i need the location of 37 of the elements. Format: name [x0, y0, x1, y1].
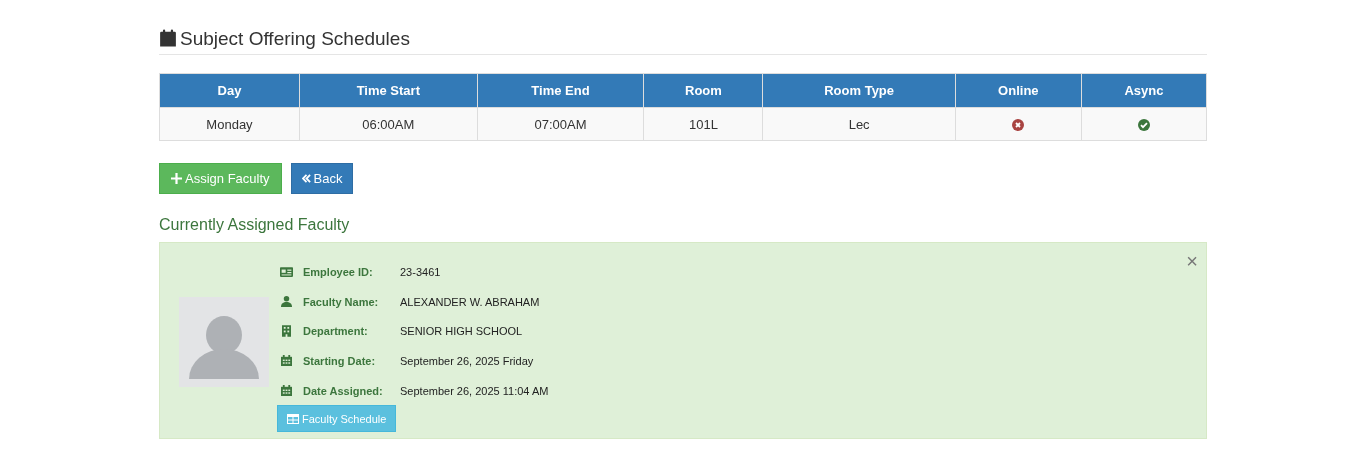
- field-value: SENIOR HIGH SCHOOL: [400, 325, 523, 338]
- field-value: September 26, 2025 11:04 AM: [400, 384, 549, 397]
- user-icon: [280, 296, 292, 308]
- calendar-icon: [280, 385, 292, 397]
- close-button[interactable]: ×: [1186, 251, 1198, 271]
- table-cell: Lec: [763, 107, 956, 141]
- field-value: ALEXANDER W. ABRAHAM: [400, 295, 540, 308]
- column-header: Time Start: [299, 73, 478, 108]
- column-header: Room: [643, 73, 763, 108]
- field-label: Department:: [303, 325, 369, 338]
- field-value: 23-3461: [400, 265, 441, 278]
- section-heading: Currently Assigned Faculty: [159, 216, 351, 234]
- double-chevron-icon: [301, 174, 311, 183]
- back-button[interactable]: Back: [290, 163, 354, 194]
- field-label: Starting Date:: [303, 354, 377, 367]
- calendar-icon: [280, 355, 292, 367]
- calendar-icon: [159, 28, 177, 48]
- field-value: September 26, 2025 Friday: [400, 354, 534, 367]
- building-icon: [281, 325, 291, 338]
- faculty-schedule-button[interactable]: Faculty Schedule: [277, 405, 397, 433]
- column-header: Day: [159, 73, 300, 108]
- table-cell: 06:00AM: [299, 107, 478, 141]
- field-label: Employee ID:: [303, 265, 374, 278]
- page-title: Subject Offering Schedules: [180, 27, 410, 51]
- table-icon: [287, 413, 299, 424]
- field-label: Faculty Name:: [303, 295, 380, 308]
- field-label: Date Assigned:: [303, 384, 384, 397]
- id-card-icon: [279, 266, 293, 277]
- table-cell: 101L: [643, 107, 763, 141]
- column-header: Time End: [477, 73, 644, 108]
- table-cell: 07:00AM: [477, 107, 644, 141]
- column-header: Room Type: [763, 73, 956, 108]
- plus-icon: [171, 173, 182, 184]
- assign-button[interactable]: Assign Faculty: [159, 163, 282, 194]
- table-cell: Monday: [159, 107, 300, 141]
- column-header: Online: [955, 73, 1082, 108]
- column-header: Async: [1081, 73, 1207, 108]
